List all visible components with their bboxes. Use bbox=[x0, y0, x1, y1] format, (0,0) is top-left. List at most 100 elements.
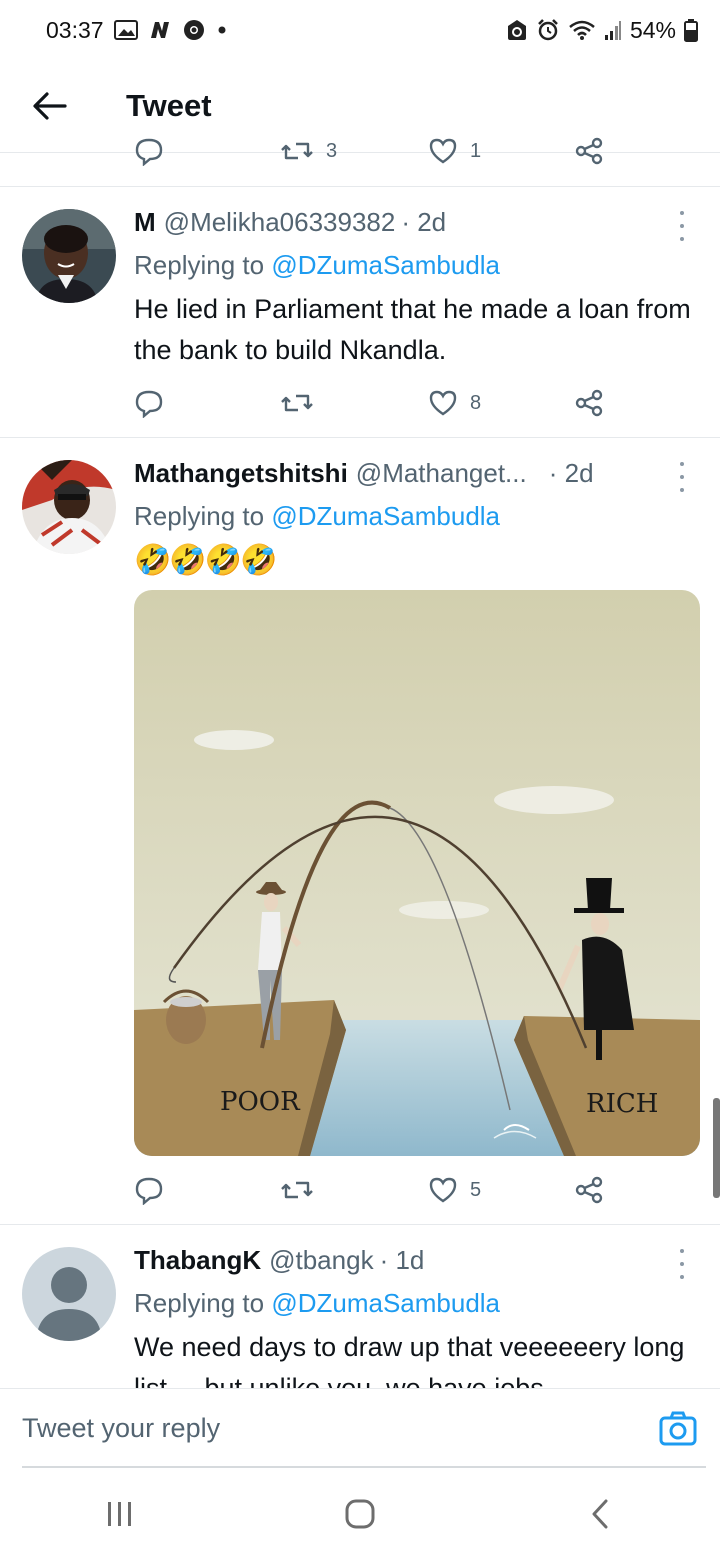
tweet-header: Mathangetshitshi @Mathanget... · 2d bbox=[134, 458, 594, 489]
replying-to: Replying to @DZumaSambudla bbox=[134, 1288, 500, 1319]
tweet-item[interactable]: Mathangetshitshi @Mathanget... · 2d Repl… bbox=[0, 438, 720, 1224]
tweet-time: · 2d bbox=[401, 207, 447, 237]
scrollbar-thumb[interactable] bbox=[713, 1098, 720, 1198]
like-action[interactable]: 8 bbox=[428, 388, 481, 418]
reply-action[interactable] bbox=[134, 136, 164, 166]
heart-icon bbox=[429, 138, 457, 164]
display-name[interactable]: ThabangK bbox=[134, 1245, 261, 1276]
reply-icon bbox=[135, 1177, 163, 1205]
tweet-time: · 2d bbox=[548, 458, 594, 488]
avatar[interactable] bbox=[22, 1247, 116, 1341]
more-dot bbox=[680, 1249, 684, 1253]
retweet-icon bbox=[281, 142, 313, 160]
dot-icon bbox=[216, 24, 228, 36]
like-count: 8 bbox=[470, 391, 482, 414]
battery-percent: 54% bbox=[629, 16, 676, 43]
reply-action[interactable] bbox=[134, 388, 164, 418]
share-action[interactable] bbox=[574, 136, 604, 166]
tweet-image[interactable]: POOR RICH bbox=[134, 590, 700, 1156]
heart-icon bbox=[429, 1177, 457, 1203]
tweet-text: We need days to draw up that veeeeeery l… bbox=[134, 1332, 685, 1388]
wifi-icon bbox=[568, 19, 596, 41]
tweet-header: M @Melikha06339382 · 2d bbox=[134, 207, 446, 238]
more-dot bbox=[680, 237, 684, 241]
user-handle[interactable]: @Melikha06339382 bbox=[164, 207, 396, 238]
display-name[interactable]: M bbox=[134, 207, 156, 238]
user-handle[interactable]: @tbangk bbox=[269, 1245, 373, 1276]
reply-icon bbox=[135, 138, 163, 166]
tweet-text: He lied in Parliament that he made a loa… bbox=[134, 294, 691, 365]
n-icon bbox=[148, 20, 172, 40]
reply-icon bbox=[135, 390, 163, 418]
home-icon bbox=[345, 1499, 375, 1529]
retweet-count: 3 bbox=[326, 139, 338, 162]
system-back-button[interactable] bbox=[560, 1484, 640, 1544]
chrome-icon bbox=[182, 18, 206, 42]
more-dot bbox=[680, 211, 684, 215]
battery-icon bbox=[684, 18, 698, 42]
retweet-action[interactable] bbox=[280, 1175, 314, 1205]
share-icon bbox=[575, 389, 603, 417]
tweet-actions: 8 bbox=[134, 383, 614, 423]
mention-link[interactable]: @DZumaSambudla bbox=[271, 250, 500, 280]
back-icon bbox=[592, 1499, 608, 1529]
like-count: 1 bbox=[470, 139, 482, 162]
status-bar: 03:37 54% bbox=[0, 0, 720, 60]
previous-tweet-actions: 3 1 bbox=[134, 136, 614, 172]
more-dot bbox=[680, 1262, 684, 1266]
alarm-icon bbox=[536, 18, 560, 42]
tweet-actions: 5 bbox=[134, 1170, 614, 1210]
replying-to-prefix: Replying to bbox=[134, 1288, 272, 1318]
tweet-text: 🤣🤣🤣🤣 bbox=[134, 544, 277, 577]
back-button[interactable] bbox=[20, 76, 80, 136]
recent-apps-button[interactable] bbox=[80, 1484, 160, 1544]
reply-action[interactable] bbox=[134, 1175, 164, 1205]
display-name[interactable]: Mathangetshitshi bbox=[134, 458, 348, 489]
tweet-item[interactable]: ThabangK @tbangk · 1d Replying to @DZuma… bbox=[0, 1225, 720, 1388]
back-arrow-icon bbox=[33, 92, 67, 120]
like-action[interactable]: 5 bbox=[428, 1175, 481, 1205]
avatar[interactable] bbox=[22, 460, 116, 554]
share-action[interactable] bbox=[574, 388, 604, 418]
mention-link[interactable]: @DZumaSambudla bbox=[271, 501, 500, 531]
reply-composer: Tweet your reply bbox=[0, 1388, 720, 1468]
like-action[interactable]: 1 bbox=[428, 136, 481, 166]
share-action[interactable] bbox=[574, 1175, 604, 1205]
share-icon bbox=[575, 137, 603, 165]
sync-icon bbox=[506, 18, 528, 42]
home-button[interactable] bbox=[320, 1484, 400, 1544]
rich-label: RICH bbox=[586, 1089, 658, 1119]
replying-to: Replying to @DZumaSambudla bbox=[134, 501, 500, 532]
reply-input[interactable]: Tweet your reply bbox=[22, 1413, 658, 1444]
more-dot bbox=[680, 462, 684, 466]
mention-link[interactable]: @DZumaSambudla bbox=[271, 1288, 500, 1318]
camera-button[interactable] bbox=[658, 1409, 698, 1449]
more-options-button[interactable] bbox=[672, 211, 692, 241]
retweet-action[interactable] bbox=[280, 388, 314, 418]
more-dot bbox=[680, 488, 684, 492]
more-options-button[interactable] bbox=[672, 462, 692, 492]
camera-icon bbox=[659, 1411, 697, 1445]
replying-to: Replying to @DZumaSambudla bbox=[134, 250, 500, 281]
retweet-icon bbox=[281, 1181, 313, 1199]
tweet-header: ThabangK @tbangk · 1d bbox=[134, 1245, 424, 1276]
gallery-icon bbox=[113, 20, 138, 40]
like-count: 5 bbox=[470, 1178, 482, 1201]
more-dot bbox=[680, 475, 684, 479]
page-title: Tweet bbox=[126, 88, 212, 123]
retweet-icon bbox=[281, 394, 313, 412]
heart-icon bbox=[429, 390, 457, 416]
user-handle[interactable]: @Mathanget... bbox=[356, 458, 527, 489]
replying-to-prefix: Replying to bbox=[134, 250, 272, 280]
status-time: 03:37 bbox=[46, 16, 104, 43]
tweet-item[interactable]: M @Melikha06339382 · 2d Replying to @DZu… bbox=[0, 187, 720, 437]
avatar[interactable] bbox=[22, 209, 116, 303]
more-dot bbox=[680, 1275, 684, 1279]
poor-label: POOR bbox=[220, 1087, 301, 1117]
more-options-button[interactable] bbox=[672, 1249, 692, 1279]
tweet-time: · 1d bbox=[379, 1245, 425, 1275]
retweet-action[interactable]: 3 bbox=[280, 136, 337, 166]
share-icon bbox=[575, 1176, 603, 1204]
recent-apps-icon bbox=[108, 1502, 131, 1526]
signal-icon bbox=[604, 19, 622, 41]
